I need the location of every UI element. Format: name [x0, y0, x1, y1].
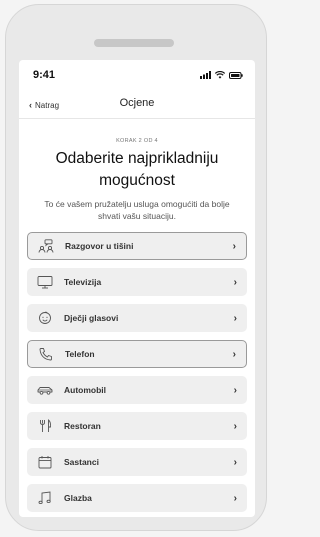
phone-speaker	[94, 39, 174, 47]
chevron-right-icon: ›	[233, 420, 237, 432]
app-screen: 9:41 ‹ Natrag Ocjene KORAK 2 OD 4 Odaber…	[19, 60, 255, 517]
heading-line-1: Odaberite najprikladniju	[55, 150, 219, 167]
chevron-right-icon: ›	[233, 312, 237, 324]
option-sastanci[interactable]: Sastanci ›	[27, 448, 247, 476]
option-label: Televizija	[64, 277, 102, 287]
wifi-icon	[215, 71, 225, 79]
option-televizija[interactable]: Televizija ›	[27, 268, 247, 296]
car-icon	[36, 383, 54, 397]
phone-frame: 9:41 ‹ Natrag Ocjene KORAK 2 OD 4 Odaber…	[5, 4, 267, 531]
option-razgovor-u-tisini[interactable]: Razgovor u tišini ›	[27, 232, 247, 260]
signal-icon	[200, 71, 211, 79]
status-icons	[200, 70, 243, 80]
calendar-icon	[36, 455, 54, 469]
chevron-right-icon: ›	[232, 348, 236, 360]
status-bar: 9:41	[19, 60, 255, 90]
chevron-right-icon: ›	[233, 276, 237, 288]
page-subtitle: To će vašem pružatelju usluga omogućiti …	[44, 199, 230, 221]
chevron-right-icon: ›	[233, 456, 237, 468]
tv-icon	[36, 275, 54, 289]
chevron-right-icon: ›	[233, 492, 237, 504]
status-time: 9:41	[33, 69, 56, 81]
options-list: Razgovor u tišini › Televizija › Dječji …	[27, 232, 247, 517]
step-indicator: KORAK 2 OD 4	[116, 138, 158, 144]
chevron-right-icon: ›	[233, 384, 237, 396]
option-label: Telefon	[65, 349, 95, 359]
nav-title: Ocjene	[119, 97, 155, 109]
navigation-bar: ‹ Natrag Ocjene	[19, 92, 255, 119]
option-label: Dječji glasovi	[64, 313, 119, 323]
phone-icon	[37, 347, 55, 361]
page-heading: Odaberite najprikladniju mogućnost	[29, 148, 245, 192]
option-label: Sastanci	[64, 457, 99, 467]
people-talking-icon	[37, 239, 55, 253]
option-telefon[interactable]: Telefon ›	[27, 340, 247, 368]
option-glazba[interactable]: Glazba ›	[27, 484, 247, 512]
option-automobil[interactable]: Automobil ›	[27, 376, 247, 404]
fork-knife-icon	[36, 419, 54, 433]
option-djecji-glasovi[interactable]: Dječji glasovi ›	[27, 304, 247, 332]
child-face-icon	[36, 311, 54, 325]
music-note-icon	[36, 491, 54, 505]
option-label: Automobil	[64, 385, 107, 395]
option-restoran[interactable]: Restoran ›	[27, 412, 247, 440]
battery-icon	[229, 71, 243, 79]
option-label: Restoran	[64, 421, 101, 431]
option-label: Glazba	[64, 493, 92, 503]
heading-line-2: mogućnost	[99, 172, 175, 189]
option-label: Razgovor u tišini	[65, 241, 134, 251]
chevron-right-icon: ›	[232, 240, 236, 252]
